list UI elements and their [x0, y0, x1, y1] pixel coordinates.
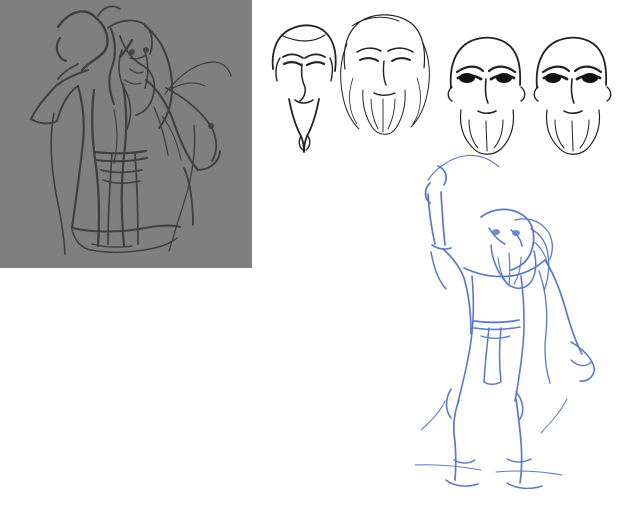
blue-wizard-sketch — [414, 154, 595, 490]
face-study-1 — [271, 24, 337, 153]
face-studies — [271, 14, 612, 155]
face-study-4 — [533, 36, 612, 155]
face-studies-panel — [257, 6, 617, 156]
blue-wizard-sketch-panel — [395, 150, 617, 515]
face-study-2 — [340, 14, 430, 135]
gray-wizard-sketch-panel — [0, 0, 252, 268]
face-study-3 — [447, 36, 526, 155]
gray-wizard-sketch — [30, 5, 232, 255]
sketch-sheet — [0, 0, 617, 515]
